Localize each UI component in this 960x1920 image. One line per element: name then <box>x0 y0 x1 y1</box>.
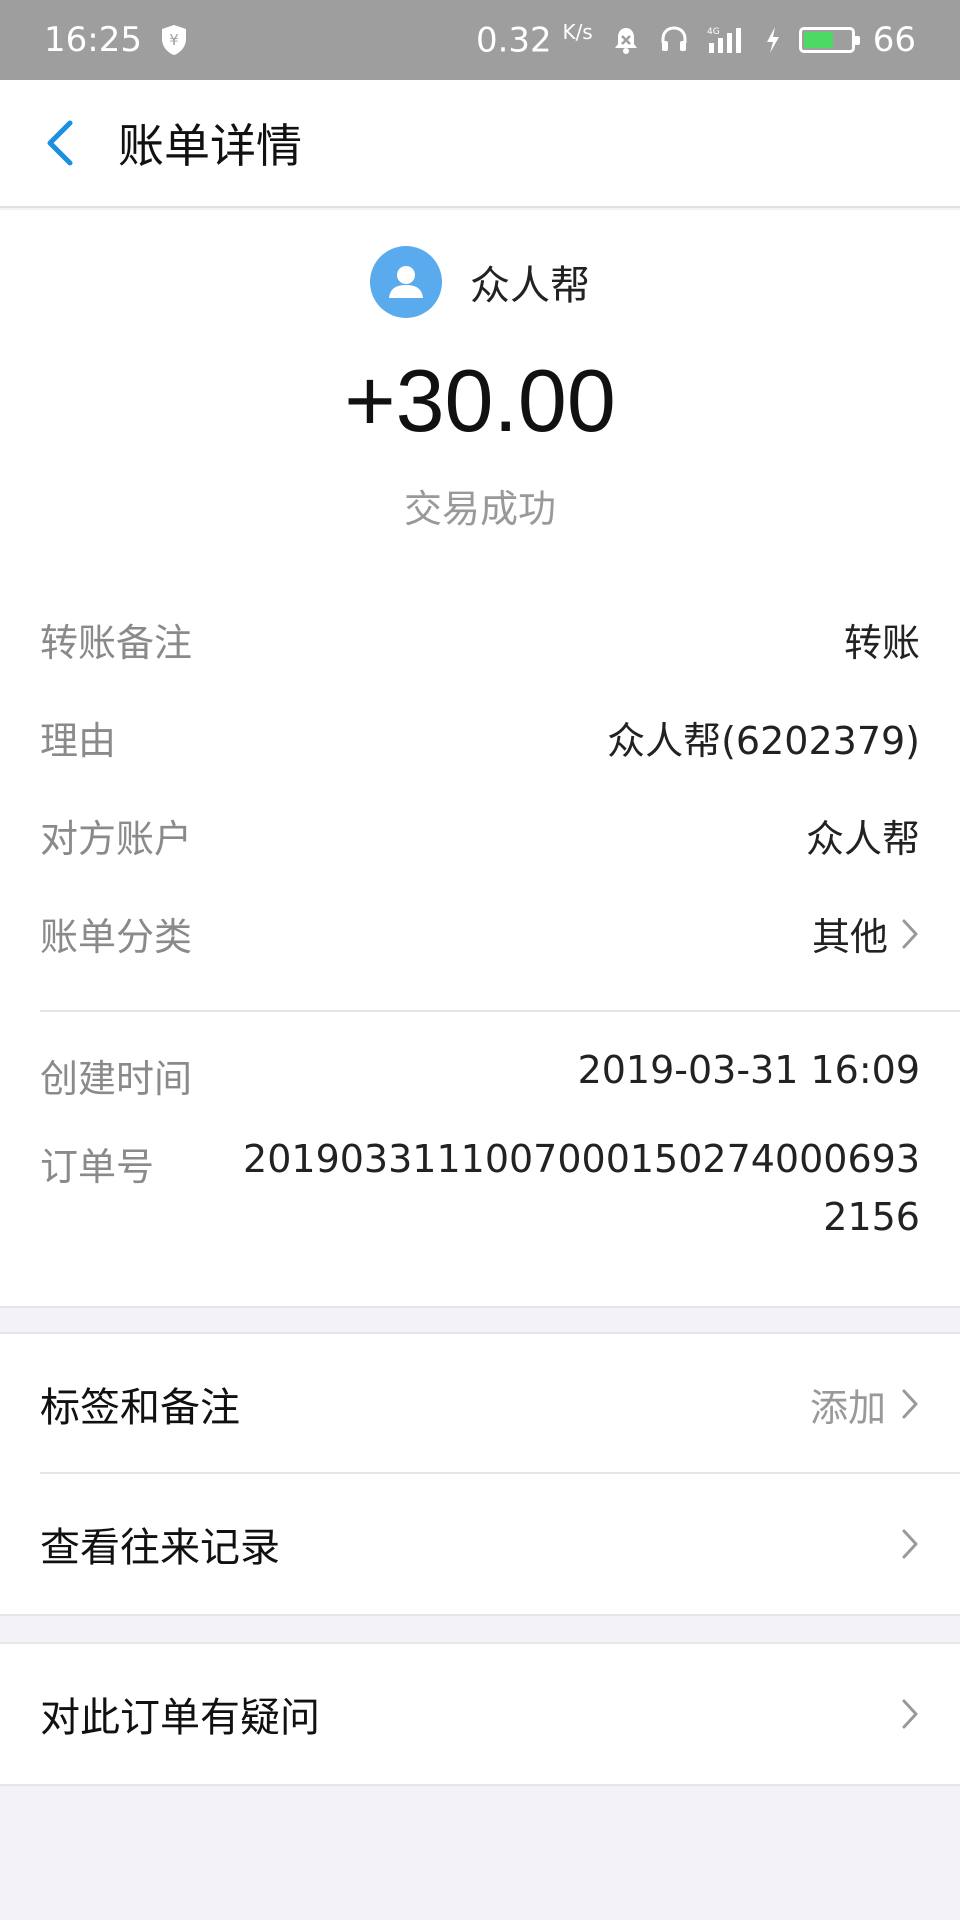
detail-key: 订单号 <box>40 1145 155 1189</box>
status-time: 16:25 <box>44 20 142 60</box>
order-question-item[interactable]: 对此订单有疑问 <box>0 1644 960 1784</box>
avatar <box>370 246 442 318</box>
detail-value: 其他 <box>811 915 888 959</box>
detail-key: 账单分类 <box>40 915 193 959</box>
signal-4g-icon: 4G <box>707 25 747 55</box>
user-icon <box>389 266 423 298</box>
network-speed: 0.32 K/s <box>475 19 593 61</box>
payee-name: 众人帮 <box>470 263 590 309</box>
security-shield-icon: ¥ <box>160 24 188 56</box>
detail-key: 转账备注 <box>40 621 193 665</box>
list-item-label: 对此订单有疑问 <box>40 1695 320 1741</box>
detail-row-counterparty: 对方账户 众人帮 <box>40 808 920 863</box>
chevron-right-icon <box>902 919 918 948</box>
status-bar: 16:25 ¥ 0.32 K/s 4G 66 <box>0 0 960 80</box>
tags-and-notes-item[interactable]: 标签和备注 添加 <box>0 1334 960 1474</box>
add-hint: 添加 <box>809 1385 886 1430</box>
chevron-right-icon <box>902 1389 918 1419</box>
back-button[interactable] <box>0 79 120 207</box>
detail-value: 转账 <box>843 621 920 665</box>
bill-detail-card: 众人帮 +30.00 交易成功 转账备注 转账 理由 众人帮(6202379) … <box>0 210 960 1308</box>
svg-text:4G: 4G <box>707 27 720 37</box>
chevron-left-icon <box>47 120 73 166</box>
detail-value: 众人帮 <box>805 817 920 861</box>
actions-group: 标签和备注 添加 查看往来记录 <box>0 1332 960 1616</box>
charging-icon <box>765 26 781 54</box>
detail-row-order-number: 订单号 2019033111007000150274000693215​6 <box>40 1130 920 1246</box>
chevron-right-icon <box>902 1529 918 1559</box>
order-number: 2019033111007000150274000693215​6 <box>243 1137 920 1239</box>
page-title: 账单详情 <box>118 119 302 173</box>
transaction-amount: +30.00 <box>344 351 616 450</box>
headset-icon <box>659 25 689 55</box>
payee: 众人帮 <box>0 246 960 318</box>
detail-row-category[interactable]: 账单分类 其他 <box>40 906 920 961</box>
category-value[interactable]: 其他 <box>812 906 920 961</box>
detail-row-remark: 转账备注 转账 <box>40 612 920 667</box>
list-item-label: 查看往来记录 <box>40 1525 280 1571</box>
detail-value: 2019-03-31 16:09 <box>577 1048 920 1092</box>
svg-text:¥: ¥ <box>169 31 179 49</box>
detail-key: 理由 <box>40 719 117 763</box>
list-item-label: 标签和备注 <box>40 1385 240 1431</box>
battery-level: 66 <box>872 19 916 60</box>
detail-key: 创建时间 <box>40 1057 193 1101</box>
view-history-item[interactable]: 查看往来记录 <box>0 1474 960 1614</box>
transaction-status: 交易成功 <box>403 487 556 531</box>
detail-key: 对方账户 <box>40 817 193 861</box>
detail-row-created-time: 创建时间 2019-03-31 16:09 <box>40 1048 920 1103</box>
detail-value: 众人帮(6202379) <box>607 719 920 763</box>
chevron-right-icon <box>902 1699 918 1729</box>
divider <box>40 1010 960 1012</box>
detail-row-reason: 理由 众人帮(6202379) <box>40 710 920 765</box>
battery-icon <box>798 26 860 53</box>
support-group: 对此订单有疑问 <box>0 1642 960 1786</box>
notification-muted-icon <box>611 25 641 55</box>
nav-bar: 账单详情 <box>0 80 960 208</box>
